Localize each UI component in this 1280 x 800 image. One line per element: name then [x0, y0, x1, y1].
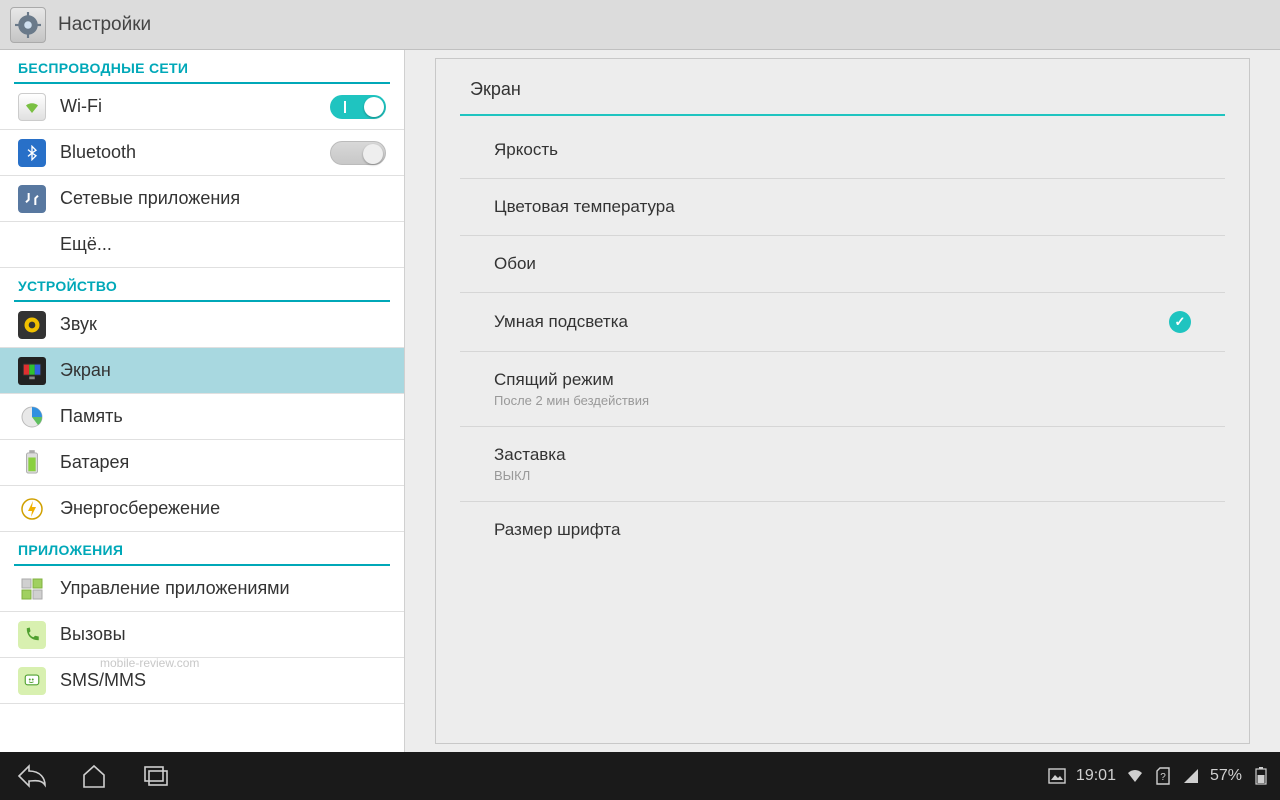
sidebar-item-label: Bluetooth	[60, 142, 330, 163]
detail-row-daydream[interactable]: Заставка ВЫКЛ	[460, 427, 1225, 502]
sms-icon	[18, 667, 46, 695]
sound-icon	[18, 311, 46, 339]
sidebar-item-label: Ещё...	[60, 234, 386, 255]
apps-icon	[18, 575, 46, 603]
calls-icon	[18, 621, 46, 649]
sidebar-item-label: Энергосбережение	[60, 498, 386, 519]
detail-row-wallpaper[interactable]: Обои	[460, 236, 1225, 293]
energy-icon	[18, 495, 46, 523]
sidebar-item-battery[interactable]: Батарея	[0, 440, 404, 486]
sidebar-item-more[interactable]: Ещё...	[0, 222, 404, 268]
sidebar-item-label: Вызовы	[60, 624, 386, 645]
sidebar-item-label: Wi-Fi	[60, 96, 330, 117]
detail-row-label: Яркость	[494, 140, 558, 160]
detail-row-label: Обои	[494, 254, 536, 274]
detail-row-label: Цветовая температура	[494, 197, 675, 217]
svg-text:?: ?	[1160, 772, 1166, 783]
wifi-icon	[18, 93, 46, 121]
detail-row-fontsize[interactable]: Размер шрифта	[460, 502, 1225, 558]
wifi-toggle[interactable]	[330, 95, 386, 119]
detail-row-sublabel: После 2 мин бездействия	[494, 393, 649, 408]
detail-row-smart-backlight[interactable]: Умная подсветка	[460, 293, 1225, 352]
detail-row-label: Спящий режим	[494, 370, 649, 390]
detail-row-label: Размер шрифта	[494, 520, 620, 540]
home-button[interactable]	[72, 760, 116, 792]
battery-status-icon	[1252, 767, 1270, 785]
gallery-icon	[1048, 767, 1066, 785]
checkmark-icon[interactable]	[1169, 311, 1191, 333]
detail-title: Экран	[436, 59, 1249, 114]
sidebar-item-bluetooth[interactable]: Bluetooth	[0, 130, 404, 176]
sidebar-item-energy[interactable]: Энергосбережение	[0, 486, 404, 532]
sidebar-item-calls[interactable]: Вызовы	[0, 612, 404, 658]
network-apps-icon	[18, 185, 46, 213]
settings-gear-icon	[10, 7, 46, 43]
section-header-apps: ПРИЛОЖЕНИЯ	[0, 532, 404, 564]
back-button[interactable]	[10, 760, 54, 792]
sim-status-icon: ?	[1154, 767, 1172, 785]
sidebar-item-label: Батарея	[60, 452, 386, 473]
detail-row-sleep[interactable]: Спящий режим После 2 мин бездействия	[460, 352, 1225, 427]
battery-percent: 57%	[1210, 767, 1242, 785]
app-header: Настройки	[0, 0, 1280, 50]
bluetooth-icon	[18, 139, 46, 167]
display-icon	[18, 357, 46, 385]
sidebar-item-label: SMS/MMS	[60, 670, 386, 691]
sidebar-item-sound[interactable]: Звук	[0, 302, 404, 348]
status-time: 19:01	[1076, 767, 1116, 785]
section-header-device: УСТРОЙСТВО	[0, 268, 404, 300]
sidebar-item-display[interactable]: Экран	[0, 348, 404, 394]
sidebar-item-network-apps[interactable]: Сетевые приложения	[0, 176, 404, 222]
detail-row-label: Заставка	[494, 445, 566, 465]
detail-card: Экран Яркость Цветовая температура Обои …	[435, 58, 1250, 744]
memory-icon	[18, 403, 46, 431]
sidebar-item-label: Память	[60, 406, 386, 427]
detail-row-color-temp[interactable]: Цветовая температура	[460, 179, 1225, 236]
sidebar-item-label: Звук	[60, 314, 386, 335]
sidebar-item-label: Сетевые приложения	[60, 188, 386, 209]
sidebar-item-sms[interactable]: SMS/MMS	[0, 658, 404, 704]
detail-row-brightness[interactable]: Яркость	[460, 122, 1225, 179]
wifi-status-icon	[1126, 767, 1144, 785]
signal-icon	[1182, 767, 1200, 785]
settings-sidebar[interactable]: БЕСПРОВОДНЫЕ СЕТИ Wi-Fi Bluetooth Сетевы…	[0, 50, 405, 752]
status-area[interactable]: 19:01 ? 57%	[1048, 767, 1270, 785]
battery-icon	[18, 449, 46, 477]
recent-apps-button[interactable]	[134, 760, 178, 792]
sidebar-item-label: Управление приложениями	[60, 578, 386, 599]
navigation-bar: 19:01 ? 57%	[0, 752, 1280, 800]
sidebar-item-manage-apps[interactable]: Управление приложениями	[0, 566, 404, 612]
sidebar-item-label: Экран	[60, 360, 386, 381]
sidebar-item-wifi[interactable]: Wi-Fi	[0, 84, 404, 130]
sidebar-item-memory[interactable]: Память	[0, 394, 404, 440]
detail-underline	[460, 114, 1225, 116]
detail-row-label: Умная подсветка	[494, 312, 628, 332]
detail-row-sublabel: ВЫКЛ	[494, 468, 566, 483]
bluetooth-toggle[interactable]	[330, 141, 386, 165]
detail-panel: Экран Яркость Цветовая температура Обои …	[405, 50, 1280, 752]
app-title: Настройки	[58, 14, 151, 36]
section-header-wireless: БЕСПРОВОДНЫЕ СЕТИ	[0, 50, 404, 82]
